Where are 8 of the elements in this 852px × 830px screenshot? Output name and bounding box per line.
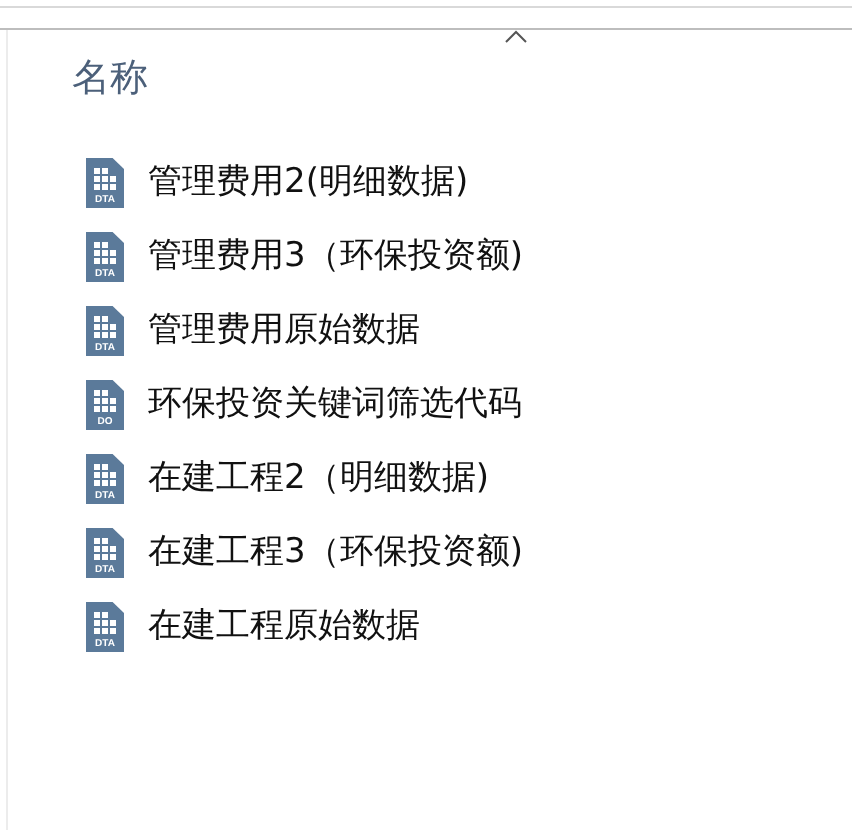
file-name[interactable]: 在建工程2（明细数据) [148, 453, 489, 505]
file-name[interactable]: 管理费用2(明细数据) [148, 157, 469, 209]
file-name[interactable]: 在建工程原始数据 [148, 601, 420, 653]
file-name[interactable]: 环保投资关键词筛选代码 [148, 379, 522, 431]
file-name[interactable]: 管理费用原始数据 [148, 305, 420, 357]
file-name[interactable]: 管理费用3（环保投资额) [148, 231, 523, 283]
file-name[interactable]: 在建工程3（环保投资额) [148, 527, 523, 579]
column-header[interactable]: 名称 [72, 50, 148, 107]
